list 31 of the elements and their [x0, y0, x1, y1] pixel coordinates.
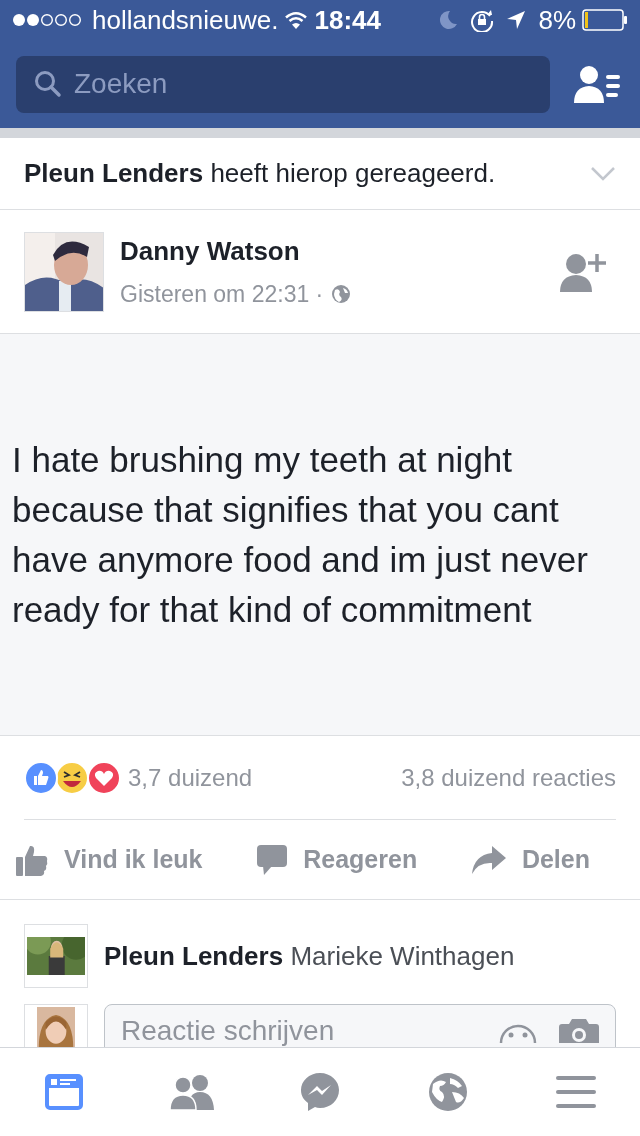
post-time: Gisteren om 22:31 ·	[120, 279, 324, 309]
rotation-lock-icon	[470, 8, 495, 32]
like-button[interactable]: Vind ik leuk	[16, 840, 203, 879]
speech-bubble-icon	[257, 844, 288, 875]
battery-percentage: 8%	[538, 3, 576, 37]
comment-count[interactable]: 3,8 duizend reacties	[401, 759, 616, 796]
globe-icon	[331, 284, 352, 304]
location-arrow-icon	[506, 10, 527, 30]
search-icon	[34, 70, 62, 98]
comment-button[interactable]: Reageren	[257, 840, 418, 879]
author-name[interactable]: Danny Watson	[120, 231, 352, 271]
battery-icon	[582, 9, 628, 31]
search-field[interactable]: Zoeken	[16, 55, 550, 113]
add-friend-icon[interactable]	[560, 251, 606, 292]
chevron-down-icon[interactable]	[590, 165, 616, 182]
reaction-count[interactable]: 3,7 duizend	[128, 759, 253, 796]
share-arrow-icon	[471, 845, 506, 874]
thumbs-up-icon	[16, 843, 48, 876]
moon-icon	[438, 10, 459, 30]
comment-text: Marieke Winthagen	[290, 940, 515, 971]
share-button[interactable]: Delen	[471, 840, 590, 879]
wifi-icon	[284, 11, 309, 29]
camera-icon[interactable]	[559, 1019, 599, 1043]
friend-requests-icon[interactable]	[574, 65, 620, 103]
signal-icon	[12, 13, 84, 27]
clock-time: 18:44	[314, 3, 381, 37]
post-text: I hate brushing my teeth at night because that signifies that you cant have anymore food and im just never ready for that kind of commitment	[12, 438, 589, 631]
reaction-icons[interactable]	[24, 760, 120, 795]
carrier-name: hollandsnieuwe.	[92, 3, 279, 37]
commenter-name[interactable]: Pleun Lenders	[104, 940, 284, 971]
notification-text: Pleun Lenders heeft hierop gereageerd.	[24, 157, 496, 190]
